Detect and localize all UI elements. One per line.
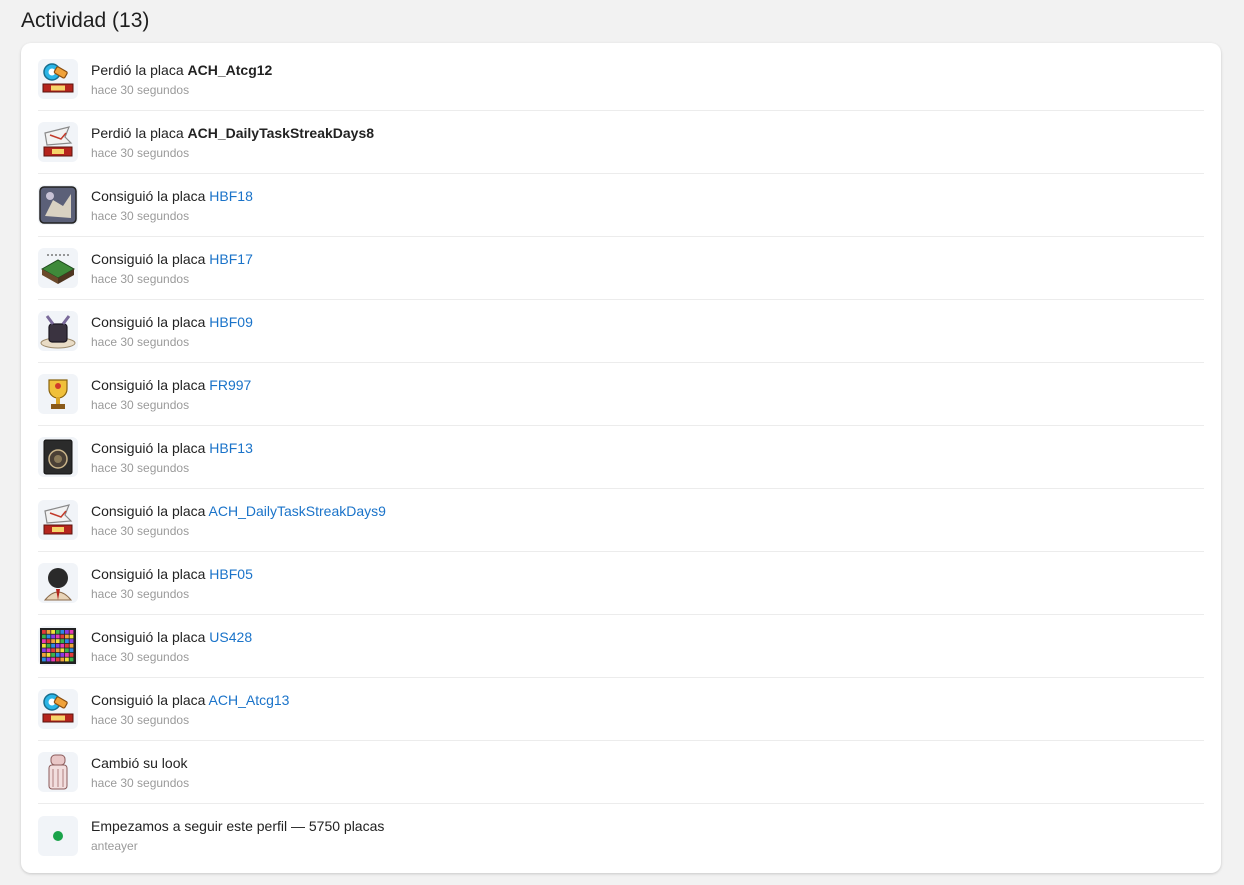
activity-time: anteayer bbox=[91, 839, 138, 853]
badge-link[interactable]: US428 bbox=[209, 629, 252, 645]
badge-link[interactable]: ACH_Atcg13 bbox=[209, 692, 290, 708]
daily-streak-badge-icon bbox=[38, 500, 78, 540]
activity-text: Consiguió la placa HBF13 bbox=[91, 439, 253, 456]
activity-time: hace 30 segundos bbox=[91, 460, 190, 475]
activity-item: Perdió la placa ACH_DailyTaskStreakDays8… bbox=[38, 111, 1204, 174]
daily-streak-badge-icon bbox=[38, 122, 78, 162]
atcg-badge-icon bbox=[38, 59, 78, 99]
activity-text: Consiguió la placa HBF09 bbox=[91, 313, 253, 330]
activity-card: Perdió la placa ACH_Atcg12 hace 30 segun… bbox=[21, 43, 1221, 873]
badge-link[interactable]: HBF09 bbox=[209, 314, 253, 330]
activity-time: hace 30 segundos bbox=[91, 649, 190, 664]
activity-time: hace 30 segundos bbox=[91, 208, 190, 223]
activity-time: hace 30 segundos bbox=[91, 712, 190, 727]
activity-text: Consiguió la placa ACH_DailyTaskStreakDa… bbox=[91, 502, 386, 519]
activity-text: Perdió la placa ACH_Atcg12 bbox=[91, 61, 273, 78]
activity-text: Consiguió la placa HBF18 bbox=[91, 187, 253, 204]
activity-item: Cambió su look hace 30 segundos bbox=[38, 741, 1204, 804]
activity-text: Cambió su look bbox=[91, 754, 188, 771]
activity-time: hace 30 segundos bbox=[91, 271, 190, 286]
badge-name: ACH_Atcg12 bbox=[187, 61, 273, 78]
badge-link[interactable]: ACH_DailyTaskStreakDays9 bbox=[209, 503, 386, 519]
activity-time: hace 30 segundos bbox=[91, 334, 190, 349]
avatar-look-icon bbox=[38, 752, 78, 792]
page-title: Actividad (13) bbox=[21, 9, 150, 32]
activity-text: Consiguió la placa US428 bbox=[91, 628, 253, 645]
badge-link[interactable]: HBF17 bbox=[209, 251, 253, 267]
badge-link[interactable]: HBF05 bbox=[209, 566, 253, 582]
activity-time: hace 30 segundos bbox=[91, 775, 190, 790]
activity-item: Consiguió la placa ACH_Atcg13 hace 30 se… bbox=[38, 678, 1204, 741]
hbf18-badge-icon bbox=[38, 185, 78, 225]
activity-item: Empezamos a seguir este perfil — 5750 pl… bbox=[38, 804, 1204, 867]
activity-item: Consiguió la placa HBF18 hace 30 segundo… bbox=[38, 174, 1204, 237]
activity-item: Consiguió la placa HBF13 hace 30 segundo… bbox=[38, 426, 1204, 489]
activity-item: Consiguió la placa FR997 hace 30 segundo… bbox=[38, 363, 1204, 426]
activity-time: hace 30 segundos bbox=[91, 82, 190, 97]
activity-text: Consiguió la placa FR997 bbox=[91, 376, 252, 393]
grid-badge-icon bbox=[38, 626, 78, 666]
activity-item: Consiguió la placa HBF09 hace 30 segundo… bbox=[38, 300, 1204, 363]
hbf17-badge-icon bbox=[38, 248, 78, 288]
hbf13-badge-icon bbox=[38, 437, 78, 477]
activity-text: Consiguió la placa ACH_Atcg13 bbox=[91, 691, 290, 708]
activity-item: Consiguió la placa US428 hace 30 segundo… bbox=[38, 615, 1204, 678]
badge-link[interactable]: HBF13 bbox=[209, 440, 253, 456]
atcg-badge-icon bbox=[38, 689, 78, 729]
activity-time: hace 30 segundos bbox=[91, 586, 190, 601]
activity-text: Consiguió la placa HBF17 bbox=[91, 250, 253, 267]
badge-name: ACH_DailyTaskStreakDays8 bbox=[187, 124, 375, 141]
activity-item: Consiguió la placa HBF17 hace 30 segundo… bbox=[38, 237, 1204, 300]
activity-time: hace 30 segundos bbox=[91, 397, 190, 412]
activity-time: hace 30 segundos bbox=[91, 523, 190, 538]
status-dot bbox=[53, 830, 63, 841]
trophy-badge-icon bbox=[38, 374, 78, 414]
activity-item: Perdió la placa ACH_Atcg12 hace 30 segun… bbox=[38, 48, 1204, 111]
badge-link[interactable]: FR997 bbox=[209, 377, 251, 393]
activity-time: hace 30 segundos bbox=[91, 145, 190, 160]
activity-text: Consiguió la placa HBF05 bbox=[91, 565, 253, 582]
badge-link[interactable]: HBF18 bbox=[209, 188, 253, 204]
activity-item: Consiguió la placa ACH_DailyTaskStreakDa… bbox=[38, 489, 1204, 552]
green-dot-icon bbox=[38, 815, 78, 856]
activity-text: Perdió la placa ACH_DailyTaskStreakDays8 bbox=[91, 124, 375, 141]
hbf09-badge-icon bbox=[38, 311, 78, 351]
activity-item: Consiguió la placa HBF05 hace 30 segundo… bbox=[38, 552, 1204, 615]
hbf05-badge-icon bbox=[38, 563, 78, 603]
activity-text: Empezamos a seguir este perfil — 5750 pl… bbox=[91, 818, 385, 834]
